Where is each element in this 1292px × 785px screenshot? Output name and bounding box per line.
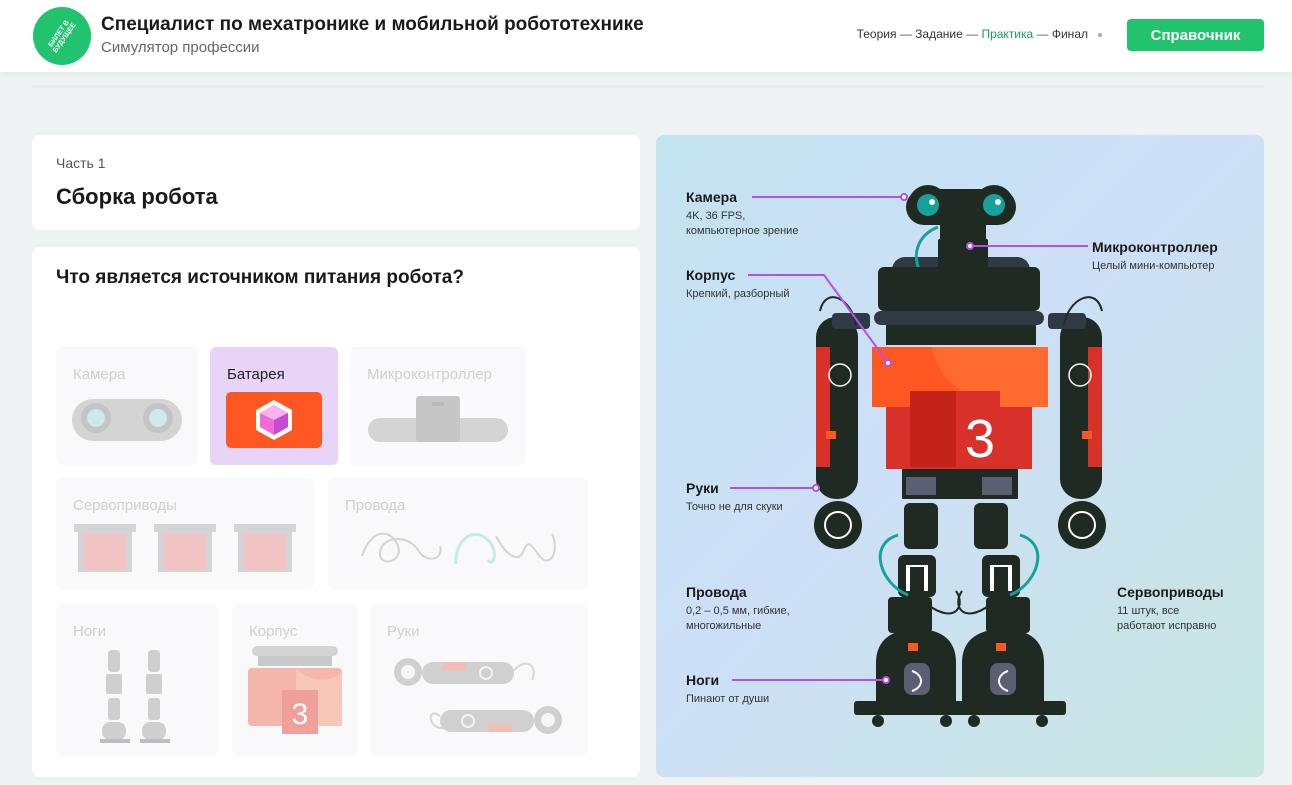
part-card: Часть 1 Сборка робота: [32, 135, 640, 230]
label-desc-line: 11 штук, все: [1117, 605, 1180, 617]
step-separator: —: [1033, 27, 1052, 41]
option-label: Корпус: [249, 623, 298, 640]
step-separator: —: [962, 27, 982, 41]
label-title: Микроконтроллер: [1092, 239, 1218, 255]
question-card: Что является источником питания робота? …: [32, 247, 640, 777]
legs-icon: [100, 650, 170, 743]
servos-icon: [74, 524, 296, 572]
label-desc: Крепкий, разборный: [686, 287, 790, 302]
step-separator: —: [896, 27, 916, 41]
wires-icon: [361, 532, 556, 565]
label-desc-line: Целый мини-компьютер: [1092, 260, 1215, 272]
label-desc-line: 0,2 – 0,5 мм, гибкие,: [686, 605, 790, 617]
option-arms[interactable]: Руки: [370, 604, 588, 756]
label-desc: Пинают от души: [686, 692, 769, 707]
option-label: Батарея: [227, 366, 285, 383]
option-label: Микроконтроллер: [367, 366, 492, 383]
label-desc-line: Точно не для скуки: [686, 501, 783, 513]
label-arms: Руки Точно не для скуки: [686, 480, 783, 515]
option-label: Ноги: [73, 623, 107, 640]
question-text: Что является источником питания робота?: [56, 267, 464, 288]
progress-steps: Теория — Задание — Практика — Финал: [857, 27, 1102, 41]
step-final[interactable]: Финал: [1052, 27, 1088, 41]
logo[interactable]: БИЛЕТ В БУДУЩЕЕ: [33, 7, 91, 65]
label-title: Камера: [686, 189, 737, 205]
part-title: Сборка робота: [56, 184, 218, 209]
label-desc: 4K, 36 FPS, компьютерное зрение: [686, 209, 798, 239]
label-title: Руки: [686, 480, 719, 496]
body-icon: 3: [248, 646, 342, 734]
label-body: Корпус Крепкий, разборный: [686, 267, 790, 302]
app-title: Специалист по мехатронике и мобильной ро…: [101, 14, 644, 35]
label-title: Сервоприводы: [1117, 584, 1224, 600]
label-title: Провода: [686, 584, 747, 600]
option-battery[interactable]: Батарея: [210, 347, 338, 465]
part-label: Часть 1: [56, 155, 106, 171]
label-servos: Сервоприводы 11 штук, все работают испра…: [1117, 584, 1224, 634]
label-desc: 11 штук, все работают исправно: [1117, 604, 1224, 634]
label-desc-line: работают исправно: [1117, 619, 1217, 632]
step-task[interactable]: Задание: [915, 27, 963, 41]
label-desc: Целый мини-компьютер: [1092, 259, 1218, 274]
microcontroller-icon: [368, 396, 508, 442]
camera-icon: [72, 399, 182, 441]
battery-icon: [226, 392, 322, 448]
steps-dot: [1098, 32, 1102, 37]
option-label: Провода: [345, 497, 406, 514]
label-title: Ноги: [686, 672, 720, 688]
option-camera[interactable]: Камера: [56, 347, 198, 465]
app-header: БИЛЕТ В БУДУЩЕЕ Специалист по мехатроник…: [0, 0, 1292, 72]
label-microcontroller: Микроконтроллер Целый мини-компьютер: [1092, 239, 1218, 274]
reference-button[interactable]: Справочник: [1127, 19, 1264, 51]
label-wires: Провода 0,2 – 0,5 мм, гибкие, многожильн…: [686, 584, 790, 634]
logo-text: БИЛЕТ В БУДУЩЕЕ: [47, 19, 78, 55]
label-desc-line: Пинают от души: [686, 693, 770, 705]
label-desc: 0,2 – 0,5 мм, гибкие, многожильные: [686, 604, 790, 634]
robot-body-number: 3: [965, 409, 995, 469]
step-practice[interactable]: Практика: [981, 27, 1033, 41]
label-desc-line: многожильные: [686, 619, 762, 632]
step-theory[interactable]: Теория: [857, 27, 897, 41]
label-desc-line: 4K, 36 FPS,: [686, 210, 746, 222]
label-desc: Точно не для скуки: [686, 500, 783, 515]
arms-icon: [394, 658, 562, 734]
option-microcontroller[interactable]: Микроконтроллер: [350, 347, 526, 465]
label-desc-line: Крепкий, разборный: [686, 288, 790, 300]
option-legs[interactable]: Ноги: [56, 604, 218, 756]
option-body[interactable]: Корпус 3: [232, 604, 358, 756]
sub-header-strip: [32, 85, 1264, 88]
app-subtitle: Симулятор профессии: [101, 39, 260, 56]
label-camera: Камера 4K, 36 FPS, компьютерное зрение: [686, 189, 798, 239]
option-label: Камера: [73, 366, 126, 383]
option-servos[interactable]: Сервоприводы: [56, 478, 314, 590]
body-number: 3: [292, 698, 309, 731]
label-desc-line: компьютерное зрение: [686, 224, 799, 237]
robot-illustration-panel: 3 Камера 4K, 36 FPS, компьютерное зрение…: [656, 135, 1264, 777]
option-wires[interactable]: Провода: [328, 478, 588, 590]
option-label: Руки: [387, 623, 420, 640]
label-legs: Ноги Пинают от души: [686, 672, 769, 707]
option-label: Сервоприводы: [73, 497, 177, 514]
label-title: Корпус: [686, 267, 736, 283]
